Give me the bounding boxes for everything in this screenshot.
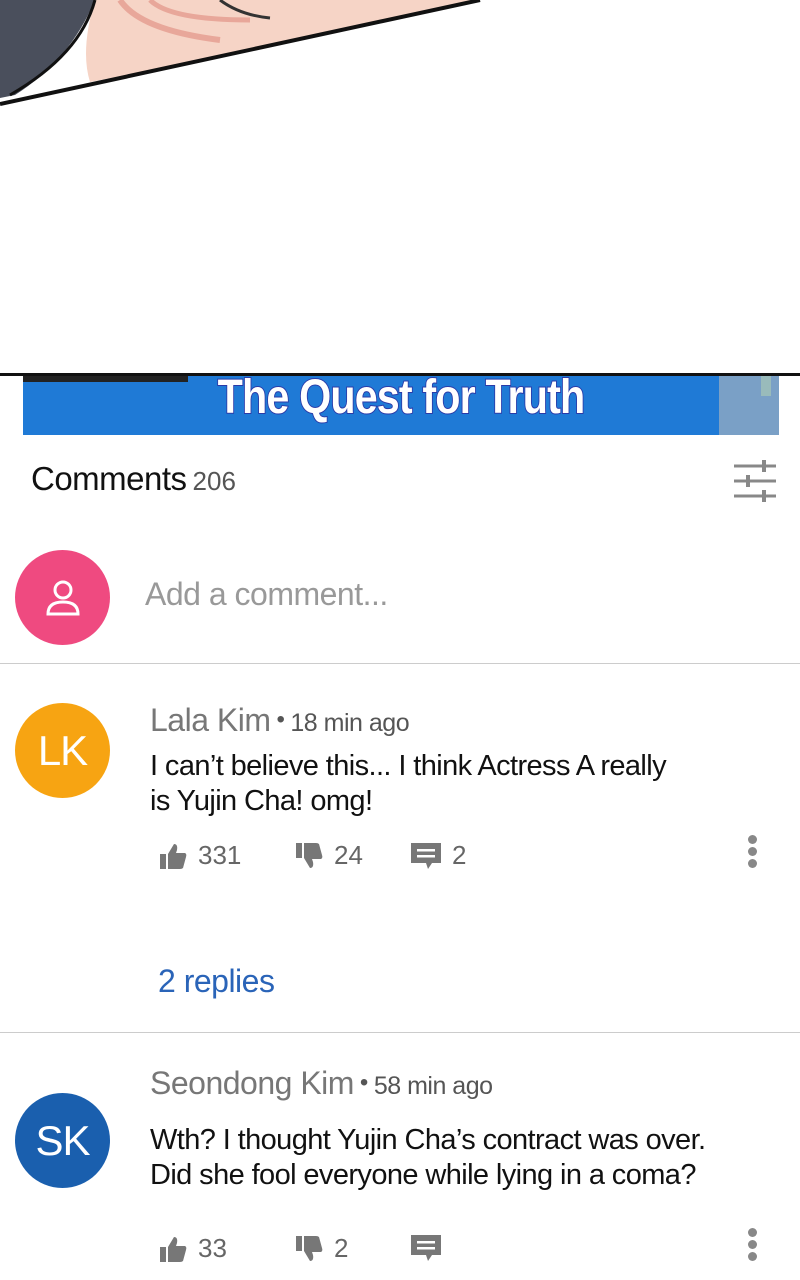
like-button[interactable]: 33 — [158, 1233, 227, 1264]
comment-avatar[interactable]: SK — [15, 1093, 110, 1188]
video-banner[interactable]: The Quest for Truth — [23, 376, 779, 435]
view-replies-link[interactable]: 2 replies — [158, 963, 275, 1000]
comments-title: Comments — [31, 460, 187, 497]
comment-text-line: Did she fool everyone while lying in a c… — [150, 1159, 696, 1191]
comment-time: 18 min ago — [290, 709, 410, 737]
more-options-icon[interactable] — [746, 1225, 758, 1264]
comments-count: 206 — [192, 466, 236, 496]
comment-time: 58 min ago — [373, 1072, 493, 1100]
avatar-initials: SK — [35, 1116, 90, 1164]
thumbs-down-icon — [296, 842, 323, 868]
panel-illustration — [0, 0, 481, 106]
thumbs-up-icon — [160, 843, 187, 869]
add-comment-input[interactable]: Add a comment... — [145, 576, 388, 613]
comment-text-line: I can’t believe this... I think Actress … — [150, 750, 667, 782]
dislike-count: 2 — [334, 1233, 349, 1263]
like-count: 33 — [198, 1233, 227, 1263]
reply-count: 2 — [452, 840, 467, 870]
separator-dot: • — [276, 706, 285, 733]
comment-meta: Lala Kim • 18 min ago — [150, 702, 410, 739]
video-title: The Quest for Truth — [217, 376, 586, 425]
like-button[interactable]: 331 — [158, 840, 241, 871]
dislike-count: 24 — [334, 840, 363, 870]
comic-panel-art — [0, 0, 800, 375]
more-options-icon[interactable] — [746, 832, 758, 871]
comment-icon — [411, 842, 441, 869]
dislike-button[interactable]: 2 — [294, 1233, 348, 1264]
comment-icon — [411, 1235, 441, 1261]
reply-button[interactable]: 2 — [410, 840, 466, 871]
comment-meta: Seondong Kim • 58 min ago — [150, 1065, 493, 1102]
add-comment-row[interactable]: Add a comment... — [0, 548, 800, 664]
comment-text-line: Wth? I thought Yujin Cha’s contract was … — [150, 1124, 706, 1156]
comment-avatar[interactable]: LK — [15, 703, 110, 798]
like-count: 331 — [198, 840, 242, 870]
comment-author[interactable]: Seondong Kim — [150, 1065, 354, 1101]
reply-button[interactable] — [410, 1233, 452, 1263]
comments-header: Comments 206 — [31, 460, 236, 498]
avatar-initials: LK — [37, 726, 88, 774]
comment-item: LK Lala Kim • 18 min ago I can’t believe t… — [0, 664, 800, 1033]
banner-scenery-detail — [761, 376, 771, 396]
thumbs-up-icon — [160, 1236, 187, 1262]
comment-text: Wth? I thought Yujin Cha’s contract was … — [150, 1123, 750, 1193]
comment-item: SK Seondong Kim • 58 min ago Wth? I though… — [0, 1033, 800, 1280]
comment-actions: 331 24 2 — [158, 835, 778, 880]
comment-text: I can’t believe this... I think Actress … — [150, 749, 750, 819]
comment-author[interactable]: Lala Kim — [150, 702, 271, 738]
thumbs-down-icon — [296, 1235, 323, 1261]
dislike-button[interactable]: 24 — [294, 840, 363, 871]
separator-dot: • — [359, 1069, 368, 1096]
comment-text-line: is Yujin Cha! omg! — [150, 785, 373, 817]
user-icon — [45, 580, 80, 615]
user-avatar — [15, 550, 110, 645]
comment-actions: 33 2 — [158, 1228, 778, 1273]
sort-filter-icon[interactable] — [732, 458, 778, 504]
